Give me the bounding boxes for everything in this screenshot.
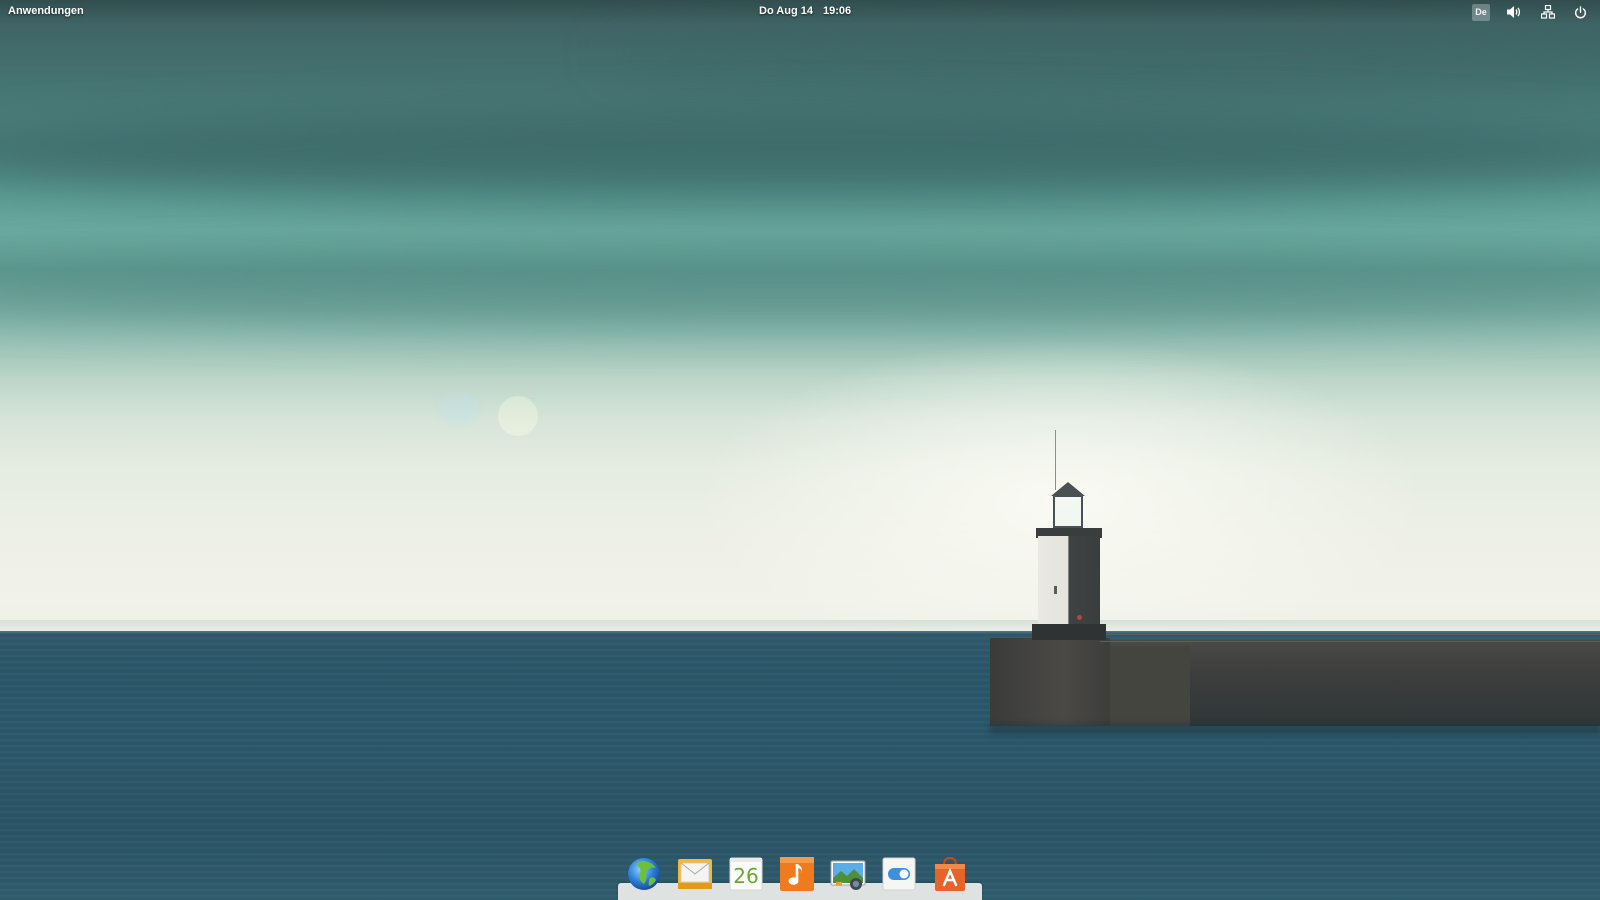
dock-item-system-settings[interactable] — [881, 856, 917, 892]
wallpaper-lighthouse-base — [1032, 624, 1106, 640]
wallpaper-lighthouse — [0, 0, 1600, 900]
shopping-bag-icon — [935, 856, 965, 891]
calendar-day-number: 26 — [733, 864, 759, 888]
network-indicator[interactable] — [1539, 3, 1557, 21]
applications-menu-button[interactable]: Anwendungen — [8, 5, 84, 17]
dock-item-photos[interactable] — [830, 856, 866, 892]
volume-indicator[interactable] — [1505, 3, 1523, 21]
wallpaper-lens-flare — [438, 392, 478, 424]
wallpaper-pier-reflection — [990, 724, 1600, 734]
wallpaper-cloud — [0, 255, 1600, 325]
wallpaper-lighthouse-lantern — [1053, 495, 1083, 528]
wallpaper-lighthouse-light — [1077, 615, 1082, 620]
wallpaper-horizon — [0, 620, 1600, 634]
wallpaper-lens-flare — [498, 396, 538, 436]
keyboard-layout-indicator[interactable]: De — [1472, 3, 1490, 21]
dock-item-music[interactable] — [779, 856, 815, 892]
toggle-switch-icon — [882, 857, 916, 891]
power-icon — [1574, 5, 1586, 18]
wallpaper-cloud — [0, 110, 1600, 200]
wallpaper-lighthouse-mast — [1055, 430, 1056, 490]
music-note-icon — [780, 857, 814, 891]
network-icon — [1541, 5, 1555, 19]
wallpaper-lighthouse-window — [1054, 586, 1057, 594]
keyboard-layout-icon: De — [1472, 3, 1490, 21]
dock-item-calendar[interactable]: 26 — [728, 856, 764, 892]
wallpaper-pier-step — [1110, 646, 1190, 726]
wallpaper-lighthouse-tower — [1038, 536, 1100, 628]
date-time-indicator[interactable]: Do Aug 14 19:06 — [759, 5, 851, 17]
dock-item-app-center[interactable] — [932, 856, 968, 892]
volume-icon — [1507, 6, 1521, 18]
photo-camera-icon — [830, 860, 866, 890]
wallpaper-lighthouse-roof — [1051, 482, 1085, 496]
session-indicator[interactable] — [1571, 3, 1589, 21]
globe-icon — [628, 858, 660, 890]
wallpaper-pier-rail — [1100, 634, 1600, 642]
dock-item-web-browser[interactable] — [626, 856, 662, 892]
top-panel: Anwendungen Do Aug 14 19:06 De — [0, 0, 1600, 24]
envelope-icon — [678, 859, 712, 889]
desktop: Anwendungen Do Aug 14 19:06 De 26 — [0, 0, 1600, 900]
wallpaper-pier-head — [990, 638, 1110, 726]
dock: 26 — [618, 852, 982, 900]
dock-item-mail[interactable] — [677, 856, 713, 892]
time-label: 19:06 — [823, 5, 852, 17]
date-label: Do Aug 14 — [759, 5, 813, 17]
